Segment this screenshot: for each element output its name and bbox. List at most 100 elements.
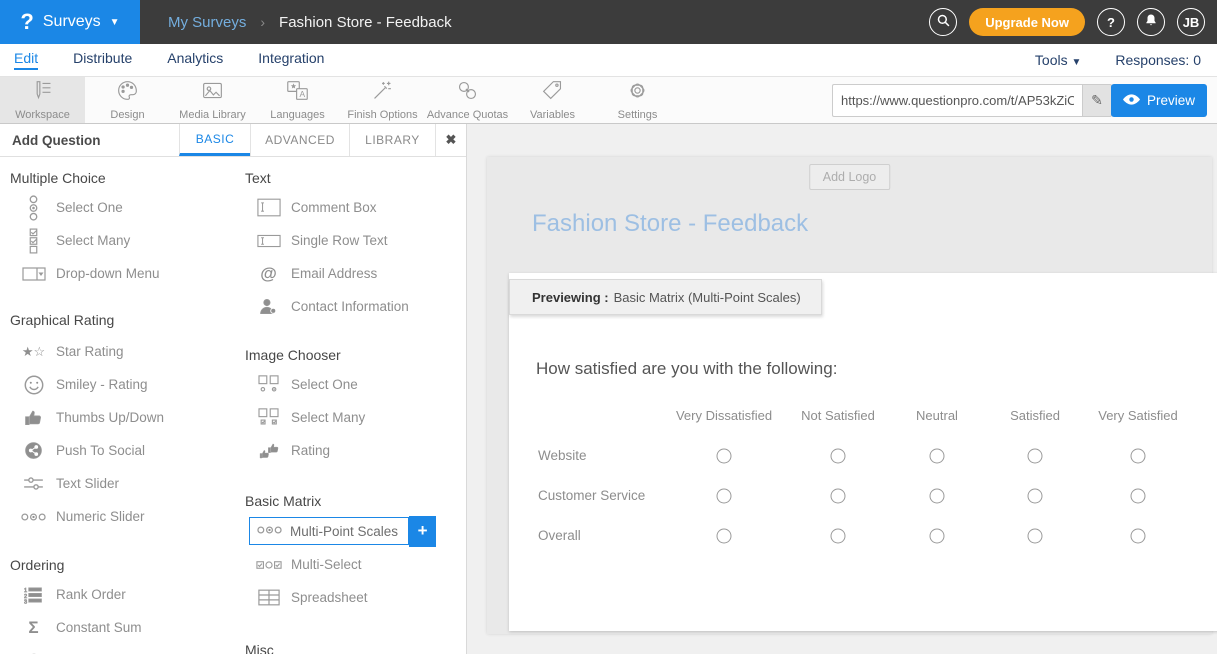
matrix-radio[interactable]	[930, 489, 945, 504]
toolbar-finish-options[interactable]: Finish Options	[340, 77, 425, 123]
qtype-numeric-slider[interactable]: Numeric Slider	[0, 500, 235, 533]
search-icon	[936, 13, 951, 31]
eye-icon	[1123, 93, 1140, 108]
qtype-text-slider[interactable]: Text Slider	[0, 467, 235, 500]
translate-icon: A	[286, 79, 309, 107]
qtype-push-to-social[interactable]: Push To Social	[0, 434, 235, 467]
multi-select-icon	[255, 559, 282, 571]
sliders-icon	[20, 475, 47, 492]
close-panel-button[interactable]: ✖	[435, 124, 466, 156]
product-switcher[interactable]: ? Surveys ▼	[0, 0, 140, 44]
section-image-chooser: Image Chooser	[245, 347, 467, 364]
qtype-constant-sum[interactable]: Σ Constant Sum	[0, 611, 235, 644]
matrix-radio[interactable]	[831, 529, 846, 544]
toolbar-advance-quotas[interactable]: Advance Quotas	[425, 77, 510, 123]
edit-url-button[interactable]: ✎	[1082, 84, 1112, 117]
tab-integration[interactable]: Integration	[258, 50, 324, 70]
matrix-radio[interactable]	[831, 449, 846, 464]
matrix-radio[interactable]	[831, 489, 846, 504]
upgrade-now-button[interactable]: Upgrade Now	[969, 8, 1085, 36]
qtype-image-rating[interactable]: Rating	[235, 434, 467, 467]
share-icon	[20, 441, 47, 460]
matrix-radio[interactable]	[717, 449, 732, 464]
section-text: Text	[245, 170, 467, 187]
toolbar-media-library[interactable]: Media Library	[170, 77, 255, 123]
panel-title: Add Question	[0, 124, 179, 156]
qtype-spreadsheet[interactable]: Spreadsheet	[235, 581, 467, 614]
qtype-single-row-text[interactable]: Single Row Text	[235, 224, 467, 257]
matrix-radio[interactable]	[930, 529, 945, 544]
matrix-radio[interactable]	[1028, 449, 1043, 464]
survey-name[interactable]: Fashion Store - Feedback	[279, 14, 452, 31]
tag-icon	[541, 79, 564, 107]
section-ordering: Ordering	[10, 557, 235, 574]
qtype-drag-and-drop[interactable]: Drag and Drop	[0, 644, 235, 654]
qtype-select-many[interactable]: Select Many	[0, 224, 235, 257]
toolbar-languages[interactable]: A Languages	[255, 77, 340, 123]
matrix-radio[interactable]	[1028, 529, 1043, 544]
qtype-dropdown-menu[interactable]: Drop-down Menu	[0, 257, 235, 290]
tab-analytics[interactable]: Analytics	[167, 50, 223, 70]
survey-url-input[interactable]	[832, 84, 1082, 117]
qtype-contact-information[interactable]: Contact Information	[235, 290, 467, 323]
tab-edit[interactable]: Edit	[14, 50, 38, 70]
bell-icon	[1144, 13, 1158, 31]
toolbar-design[interactable]: Design	[85, 77, 170, 123]
breadcrumb: My Surveys › Fashion Store - Feedback	[168, 0, 452, 44]
qtype-image-select-many[interactable]: Select Many	[235, 401, 467, 434]
add-logo-button[interactable]: Add Logo	[809, 164, 891, 190]
help-button[interactable]: ?	[1097, 8, 1125, 36]
matrix-row-label: Overall	[538, 528, 581, 543]
qtype-rank-order[interactable]: 123 Rank Order	[0, 578, 235, 611]
preview-button[interactable]: Preview	[1111, 84, 1207, 117]
toolbar-variables[interactable]: Variables	[510, 77, 595, 123]
qtype-thumbs-up-down[interactable]: Thumbs Up/Down	[0, 401, 235, 434]
matrix-radio[interactable]	[1131, 489, 1146, 504]
matrix-radio[interactable]	[1131, 529, 1146, 544]
tab-library[interactable]: LIBRARY	[349, 124, 435, 156]
notifications-button[interactable]	[1137, 8, 1165, 36]
avatar[interactable]: JB	[1177, 8, 1205, 36]
tab-advanced[interactable]: ADVANCED	[250, 124, 349, 156]
svg-text:3: 3	[24, 599, 27, 603]
qtype-multi-select[interactable]: Multi-Select	[235, 548, 467, 581]
chevron-down-icon: ▼	[1071, 57, 1081, 68]
tools-menu[interactable]: Tools ▼	[1035, 52, 1081, 68]
qtype-image-select-one[interactable]: Select One	[235, 368, 467, 401]
radio-list-icon	[20, 195, 47, 221]
matrix-radio[interactable]	[717, 529, 732, 544]
matrix-radio[interactable]	[1028, 489, 1043, 504]
matrix-radio[interactable]	[930, 449, 945, 464]
section-misc: Misc	[245, 642, 467, 654]
thumbs-up-icon	[20, 408, 47, 427]
image-icon	[201, 79, 224, 107]
matrix-radio[interactable]	[1131, 449, 1146, 464]
qtype-comment-box[interactable]: Comment Box	[235, 191, 467, 224]
section-graphical-rating: Graphical Rating	[10, 312, 235, 329]
numbered-list-icon: 123	[20, 586, 47, 604]
toolbar-settings[interactable]: Settings	[595, 77, 680, 123]
breadcrumb-my-surveys[interactable]: My Surveys	[168, 14, 246, 31]
stars-icon: ★☆	[20, 344, 47, 360]
tab-distribute[interactable]: Distribute	[73, 50, 132, 70]
svg-text:A: A	[300, 89, 306, 99]
toolbar-workspace[interactable]: Workspace	[0, 77, 85, 123]
svg-text:1: 1	[24, 587, 27, 593]
qtype-select-one[interactable]: Select One	[0, 191, 235, 224]
at-sign-icon: @	[255, 264, 282, 284]
matrix-row-label: Website	[538, 448, 587, 463]
add-question-plus-button[interactable]: +	[409, 516, 436, 547]
tab-basic[interactable]: BASIC	[179, 124, 250, 156]
qtype-star-rating[interactable]: ★☆ Star Rating	[0, 335, 235, 368]
questionpro-logo-icon: ?	[20, 11, 33, 33]
comment-box-icon	[255, 198, 282, 217]
qtype-smiley-rating[interactable]: Smiley - Rating	[0, 368, 235, 401]
qtype-multi-point-scales[interactable]: Multi-Point Scales	[249, 517, 409, 545]
previewing-value: Basic Matrix (Multi-Point Scales)	[614, 290, 801, 305]
qtype-email-address[interactable]: @ Email Address	[235, 257, 467, 290]
matrix-radio[interactable]	[717, 489, 732, 504]
matrix-col-header: Not Satisfied	[801, 408, 875, 423]
section-multiple-choice: Multiple Choice	[10, 170, 235, 187]
search-button[interactable]	[929, 8, 957, 36]
responses-count[interactable]: Responses: 0	[1115, 52, 1201, 68]
